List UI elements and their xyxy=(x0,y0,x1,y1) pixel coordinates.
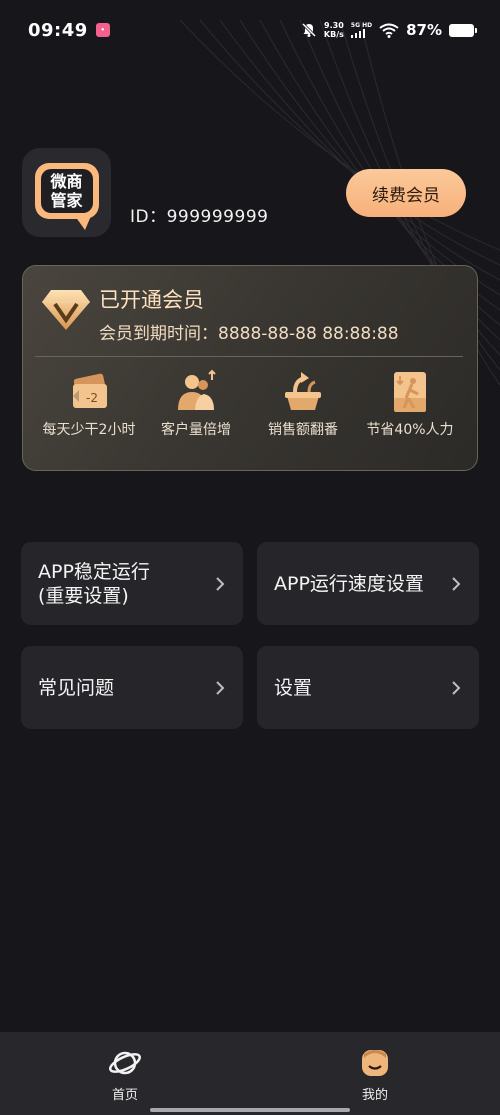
user-face-icon xyxy=(362,1050,388,1076)
benefit-save-labor: 节省40%人力 xyxy=(350,368,470,439)
logo-bubble: 微商 管家 xyxy=(34,162,99,230)
tile-settings[interactable]: 设置 xyxy=(257,646,479,729)
planet-icon xyxy=(109,1051,141,1075)
nav-home[interactable]: 首页 xyxy=(80,1046,170,1103)
tile-speed-settings[interactable]: APP运行速度设置 xyxy=(257,542,479,625)
chevron-right-icon xyxy=(452,576,461,591)
bottom-nav: 首页 我的 xyxy=(0,1032,500,1115)
tile-stable-run[interactable]: APP稳定运行 (重要设置) xyxy=(21,542,243,625)
time-card-icon: -2 xyxy=(73,373,107,408)
chevron-right-icon xyxy=(216,680,225,695)
nav-label: 首页 xyxy=(111,1088,138,1103)
signal-label: 5G HD xyxy=(350,22,373,29)
app-logo: 微商 管家 xyxy=(22,148,111,237)
signal-indicator: 5G HD xyxy=(350,22,373,38)
tile-faq[interactable]: 常见问题 xyxy=(21,646,243,729)
benefit-label: 客户量倍增 xyxy=(161,422,231,438)
logo-text: 微商 管家 xyxy=(40,168,93,213)
notification-app-icon: • xyxy=(95,23,110,37)
renew-membership-button[interactable]: 续费会员 xyxy=(346,169,466,217)
vip-title: 已开通会员 xyxy=(99,288,204,312)
benefit-customers: 客户量倍增 xyxy=(136,368,256,439)
battery-percentage: 87% xyxy=(406,21,442,39)
sales-up-icon xyxy=(285,372,321,410)
signal-bars-icon xyxy=(350,29,366,38)
divider xyxy=(35,356,463,357)
chevron-right-icon xyxy=(452,680,461,695)
chevron-right-icon xyxy=(216,576,225,591)
status-time: 09:49 xyxy=(28,19,88,41)
benefit-save-time: -2 每天少干2小时 xyxy=(29,368,149,439)
tile-label: APP稳定运行 (重要设置) xyxy=(38,560,150,607)
vip-expiry: 会员到期时间：8888-88-88 88:88:88 xyxy=(99,324,399,344)
status-bar: 09:49 • 9.30 KB/s 5G HD 87% xyxy=(0,0,500,60)
nav-mine[interactable]: 我的 xyxy=(330,1046,420,1103)
benefit-sales: 销售额翻番 xyxy=(243,368,363,439)
net-speed: 9.30 KB/s xyxy=(323,21,344,39)
mute-bell-icon xyxy=(301,22,316,38)
vip-card: 已开通会员 会员到期时间：8888-88-88 88:88:88 -2 每天少干… xyxy=(22,265,478,471)
battery-icon xyxy=(449,23,477,37)
benefit-label: 节省40%人力 xyxy=(366,422,454,438)
benefit-label: 销售额翻番 xyxy=(268,422,338,438)
tile-label: 常见问题 xyxy=(38,676,115,699)
benefit-label: 每天少干2小时 xyxy=(42,422,136,438)
tile-label: APP运行速度设置 xyxy=(274,572,424,595)
diamond-icon xyxy=(42,290,90,330)
user-id: ID：999999999 xyxy=(130,207,269,227)
tile-label: 设置 xyxy=(274,676,313,699)
status-indicators: 9.30 KB/s 5G HD 87% xyxy=(301,21,477,39)
svg-text:-2: -2 xyxy=(86,391,98,405)
save-labor-icon xyxy=(394,372,426,412)
wifi-icon xyxy=(379,23,399,38)
home-indicator[interactable] xyxy=(150,1108,350,1112)
customers-up-icon xyxy=(178,369,216,410)
nav-label: 我的 xyxy=(361,1088,388,1103)
